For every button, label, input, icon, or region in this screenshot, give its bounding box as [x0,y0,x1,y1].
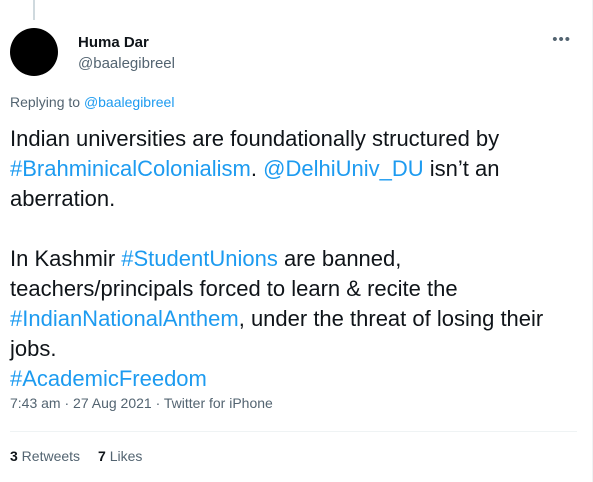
hashtag-link-student-unions[interactable]: #StudentUnions [121,246,278,271]
thread-connector-line [33,0,35,20]
retweets-label: Retweets [17,448,81,464]
tweet-stats: 3 Retweets 7 Likes [10,448,160,464]
tweet-card: Huma Dar @baalegibreel ••• Replying to @… [0,0,593,482]
tweet-text-segment: Indian universities are foundationally s… [10,126,500,151]
replying-to: Replying to @baalegibreel [10,94,174,110]
avatar[interactable] [10,28,58,76]
meta-separator: · [60,395,74,411]
tweet-paragraph-2: In Kashmir #StudentUnions are banned, te… [10,244,570,394]
author-display-name[interactable]: Huma Dar [78,34,175,52]
replying-to-handle-link[interactable]: @baalegibreel [84,94,175,110]
tweet-text-segment: . [250,156,264,181]
likes-count: 7 [98,448,106,464]
mention-link-delhiuniv-du[interactable]: @DelhiUniv_DU [263,156,424,181]
tweet-text: Indian universities are foundationally s… [10,124,570,394]
tweet-meta: 7:43 am · 27 Aug 2021 · Twitter for iPho… [10,395,273,411]
hashtag-link-academic-freedom[interactable]: #AcademicFreedom [10,366,207,391]
author-handle[interactable]: @baalegibreel [78,54,175,74]
meta-separator: · [151,395,164,411]
tweet-time[interactable]: 7:43 am [10,395,61,411]
tweet-header: Huma Dar @baalegibreel [10,28,577,76]
retweets-stat[interactable]: 3 Retweets [10,448,80,464]
likes-stat[interactable]: 7 Likes [98,448,142,464]
author-names: Huma Dar @baalegibreel [78,34,175,74]
likes-label: Likes [105,448,143,464]
hashtag-link-brahminical-colonialism[interactable]: #BrahminicalColonialism [10,156,251,181]
retweets-count: 3 [10,448,18,464]
tweet-date[interactable]: 27 Aug 2021 [73,395,152,411]
hashtag-link-indian-national-anthem[interactable]: #IndianNationalAnthem [10,306,239,331]
tweet-text-segment: In Kashmir [10,246,122,271]
more-horizontal-icon[interactable]: ••• [552,32,571,47]
divider [10,431,577,432]
replying-to-prefix: Replying to [10,94,84,110]
tweet-source[interactable]: Twitter for iPhone [164,395,273,411]
tweet-paragraph-1: Indian universities are foundationally s… [10,124,570,214]
